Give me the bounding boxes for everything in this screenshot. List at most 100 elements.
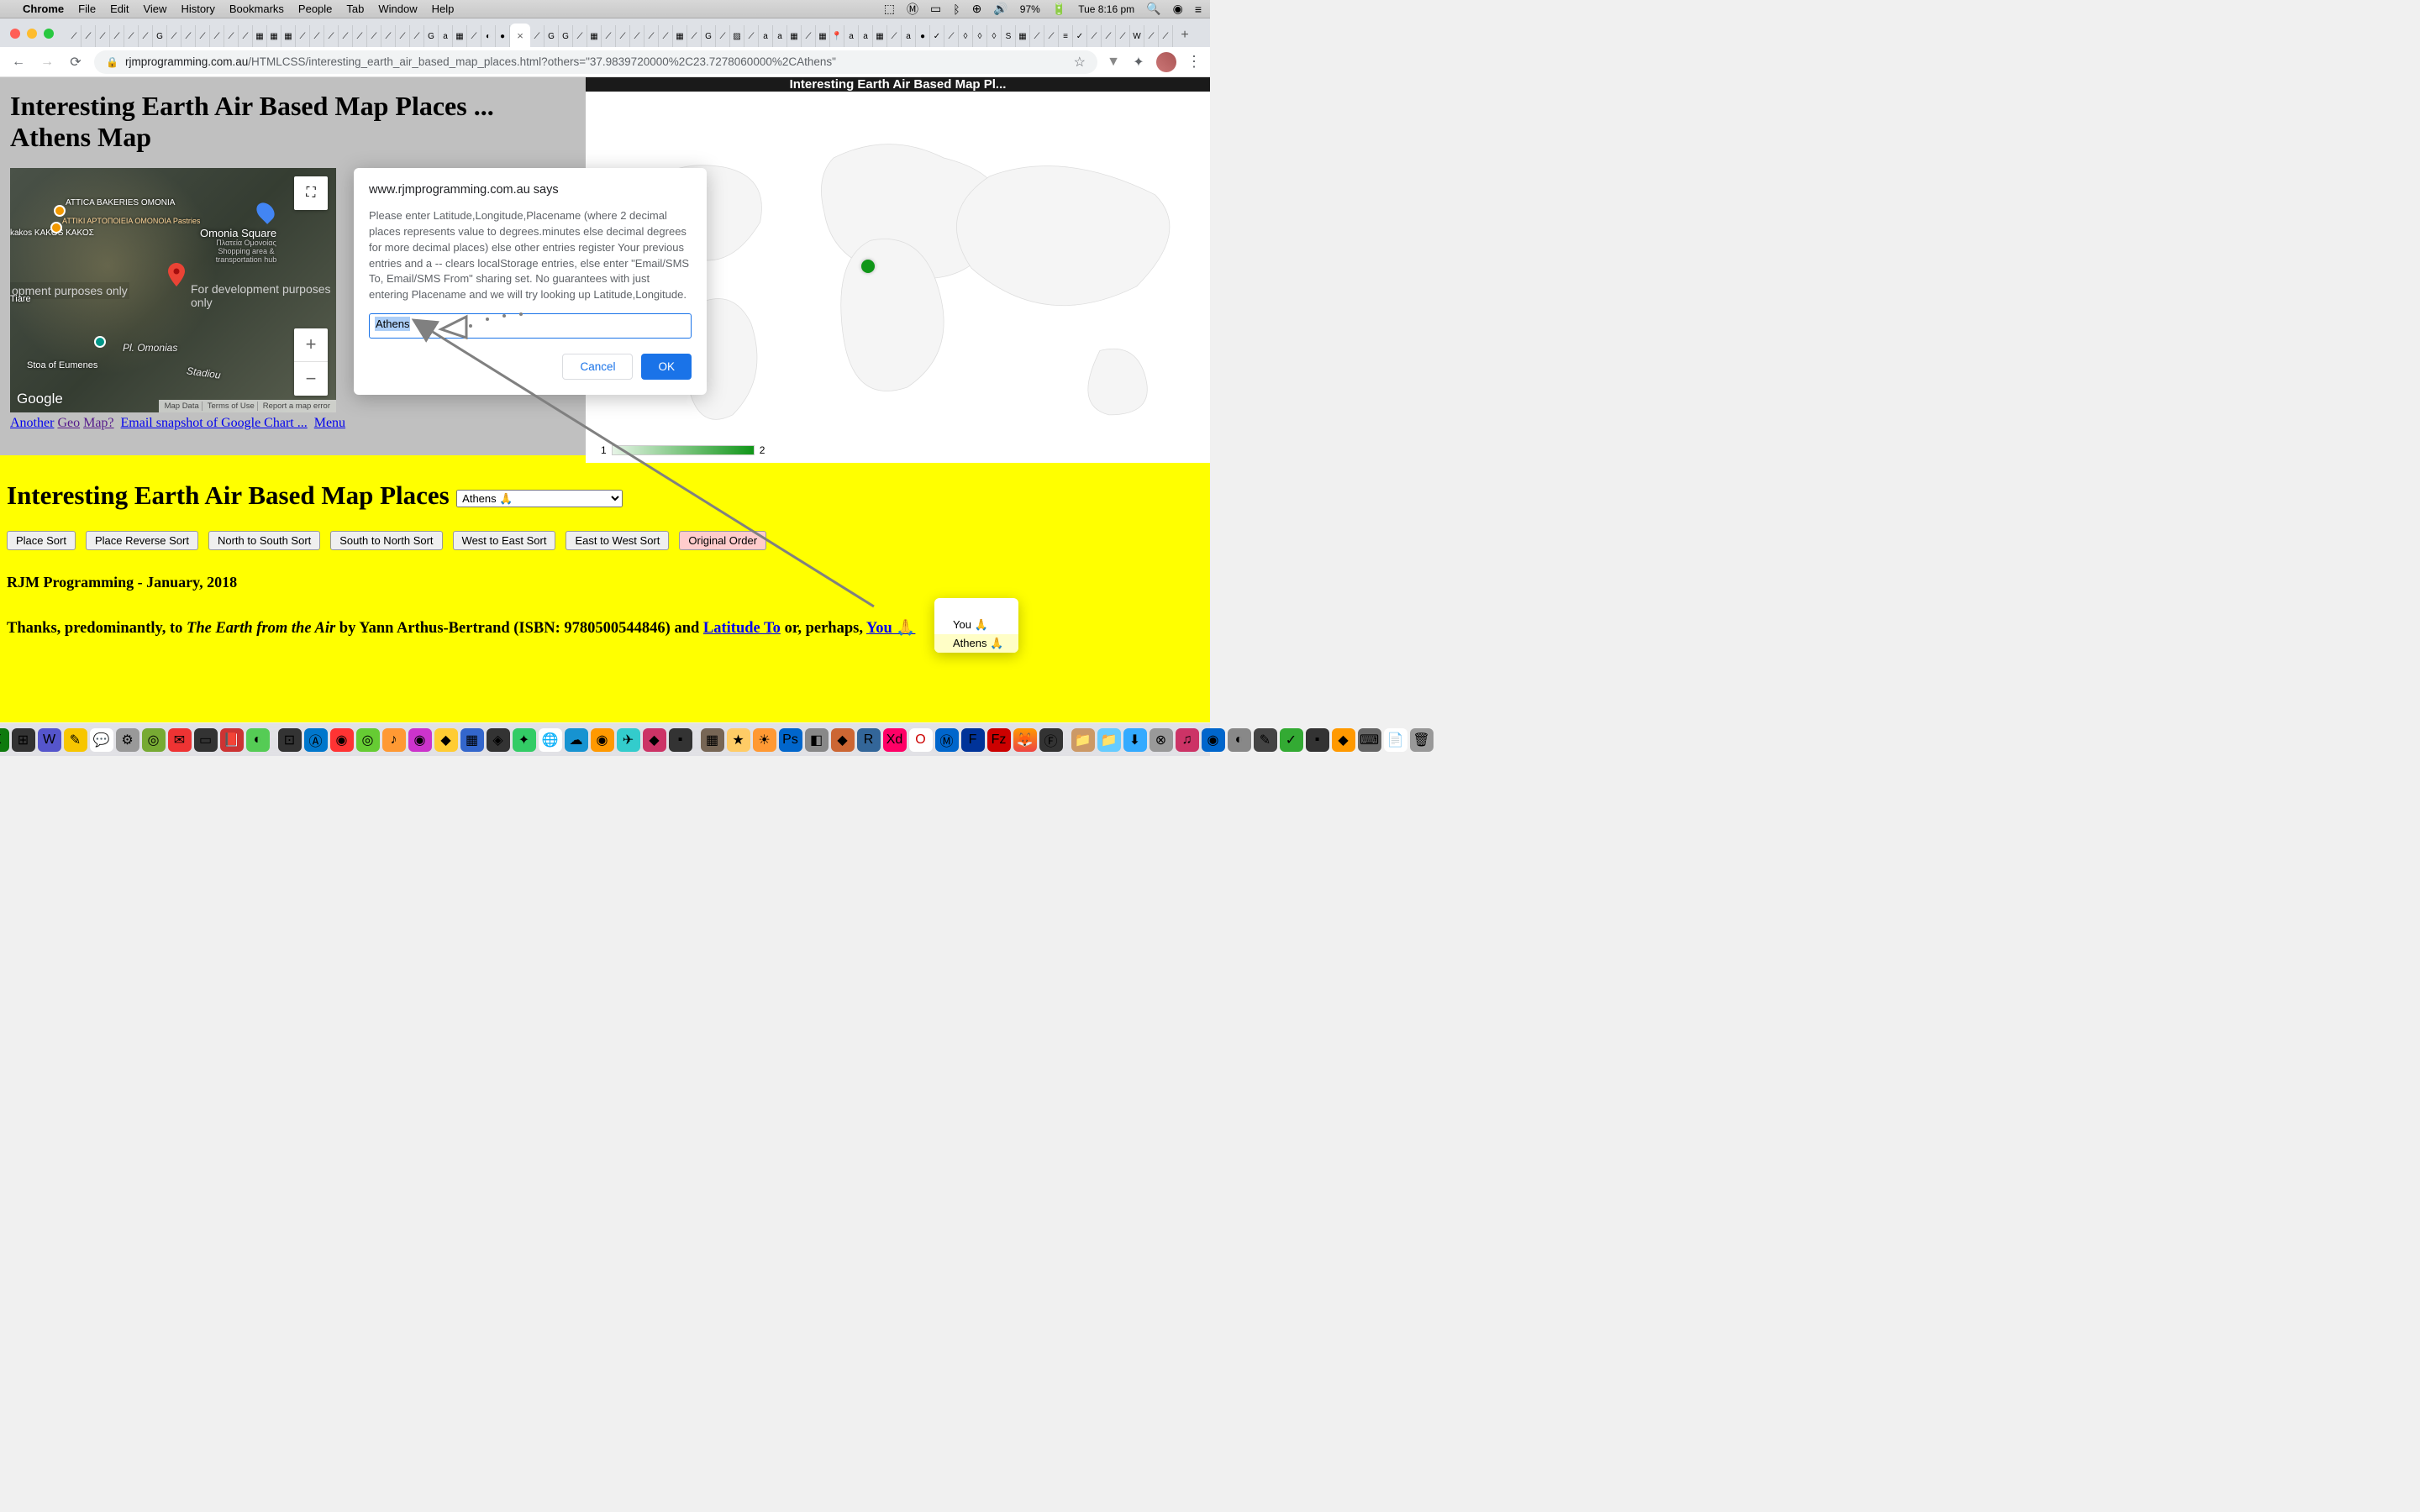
east-west-sort-button[interactable]: East to West Sort [566,531,669,550]
tab-item[interactable]: ⟋ [1030,25,1044,47]
dock-folder-icon[interactable]: 📁 [1097,728,1121,752]
tab-item[interactable]: ● [916,25,930,47]
map-terms-link[interactable]: Terms of Use [205,402,258,411]
map-zoom-in-button[interactable]: + [294,328,328,362]
tab-item[interactable]: ⟋ [944,25,959,47]
siri-icon[interactable]: ◉ [1173,2,1183,16]
dock-app-icon[interactable]: ⊞ [12,728,35,752]
chrome-menu-icon[interactable]: ⋮ [1186,53,1202,71]
window-zoom-button[interactable] [44,29,54,39]
dock-chrome-icon[interactable]: 🌐 [539,728,562,752]
geo-link[interactable]: Geo [57,416,80,430]
dialog-cancel-button[interactable]: Cancel [562,354,633,380]
tab-item[interactable]: a [439,25,453,47]
tab-item[interactable]: ⟋ [239,25,253,47]
tab-item[interactable]: a [844,25,859,47]
window-minimize-button[interactable] [27,29,37,39]
another-link[interactable]: Another [10,416,54,430]
map-pin-icon[interactable] [168,263,185,292]
dock-app-icon[interactable]: X [0,728,9,752]
menubar-malware-icon[interactable]: Ⓜ [907,1,918,18]
dock-firefox-icon[interactable]: 🦊 [1013,728,1037,752]
map-marker-icon[interactable] [50,222,62,234]
you-link[interactable]: You 🙏 [866,620,916,637]
tab-item[interactable]: ⟋ [353,25,367,47]
tab-item[interactable]: ⟋ [573,25,587,47]
tab-item[interactable]: ▦ [253,25,267,47]
dock-app-icon[interactable]: ▪ [1306,728,1329,752]
tab-item[interactable]: ⟋ [324,25,339,47]
tab-item[interactable]: ◊ [987,25,1002,47]
tab-item[interactable]: ⟋ [802,25,816,47]
tab-item[interactable]: ▦ [673,25,687,47]
dock-app-icon[interactable]: ◈ [487,728,510,752]
dock-app-icon[interactable]: ▭ [194,728,218,752]
tab-item[interactable]: ▦ [1016,25,1030,47]
dock-app-icon[interactable]: ◎ [142,728,166,752]
tab-item[interactable]: G [424,25,439,47]
tab-item[interactable]: G [702,25,716,47]
tab-item[interactable]: ⟋ [96,25,110,47]
email-snapshot-link[interactable]: Email snapshot of Google Chart ... [121,416,308,430]
map-zoom-out-button[interactable]: − [294,362,328,396]
dock-app-icon[interactable]: ▦ [701,728,724,752]
map-marker-icon[interactable] [94,336,106,348]
tab-item[interactable]: ⟋ [224,25,239,47]
new-tab-button[interactable]: + [1173,24,1197,47]
tab-item[interactable]: a [859,25,873,47]
tab-item[interactable]: ⟋ [630,25,644,47]
dock-trash-icon[interactable]: 🗑 [1410,728,1434,752]
tab-item[interactable]: ⟋ [296,25,310,47]
dialog-input[interactable]: Athens [369,313,692,339]
dock-app-icon[interactable]: ◐ [1228,728,1251,752]
dock-app-icon[interactable]: ★ [727,728,750,752]
tab-item[interactable]: ⟋ [339,25,353,47]
map-data-link[interactable]: Map Data [162,402,203,411]
menu-view[interactable]: View [143,3,166,15]
spotlight-icon[interactable]: 🔍 [1146,2,1160,16]
menubar-app-icon[interactable]: ⬚ [884,2,895,16]
dropdown-option-athens[interactable]: Athens 🙏 [934,634,1018,653]
tab-item[interactable]: ⟋ [110,25,124,47]
tab-item[interactable]: ✓ [930,25,944,47]
dock-app-icon[interactable]: 📄 [1384,728,1407,752]
tab-item[interactable]: ◐ [481,25,496,47]
tab-item[interactable]: ⟋ [1116,25,1130,47]
window-close-button[interactable] [10,29,20,39]
tab-item[interactable]: ▦ [873,25,887,47]
tab-item[interactable]: ⟋ [1159,25,1173,47]
dock-app-icon[interactable]: ◉ [330,728,354,752]
tab-item[interactable]: ▦ [816,25,830,47]
tab-item[interactable]: ⟋ [716,25,730,47]
notification-center-icon[interactable]: ≡ [1195,3,1202,16]
dock-app-icon[interactable]: ✎ [1254,728,1277,752]
tab-item[interactable]: a [902,25,916,47]
dropdown-option-you[interactable]: You 🙏 [934,616,1018,634]
tab-item[interactable]: a [773,25,787,47]
dock-app-icon[interactable]: ◉ [1202,728,1225,752]
dock-downloads-icon[interactable]: ⬇ [1123,728,1147,752]
dock-app-icon[interactable]: ⊗ [1150,728,1173,752]
tab-item[interactable]: ⟋ [196,25,210,47]
menu-edit[interactable]: Edit [110,3,129,15]
latitude-to-link[interactable]: Latitude To [703,620,781,637]
tab-item[interactable]: ● [496,25,510,47]
dock-app-icon[interactable]: Ps [779,728,802,752]
dock-app-icon[interactable]: 📕 [220,728,244,752]
dock-app-icon[interactable]: ⊡ [278,728,302,752]
map-marker-icon[interactable] [253,199,278,224]
south-north-sort-button[interactable]: South to North Sort [330,531,442,550]
tab-item[interactable]: S [1002,25,1016,47]
tab-item[interactable]: ⟋ [67,25,82,47]
extension-icon[interactable]: ▼ [1106,55,1121,70]
dock-app-icon[interactable]: ⌨ [1358,728,1381,752]
dock-app-icon[interactable]: ◉ [408,728,432,752]
wifi-icon[interactable]: ⊕ [972,2,982,16]
tab-item[interactable]: ⟋ [744,25,759,47]
forward-button[interactable]: → [37,52,57,72]
dock-app-icon[interactable]: ✓ [1280,728,1303,752]
tab-item[interactable]: ▦ [267,25,281,47]
tab-item[interactable]: ▦ [787,25,802,47]
app-name[interactable]: Chrome [23,3,64,15]
dialog-ok-button[interactable]: OK [641,354,692,380]
